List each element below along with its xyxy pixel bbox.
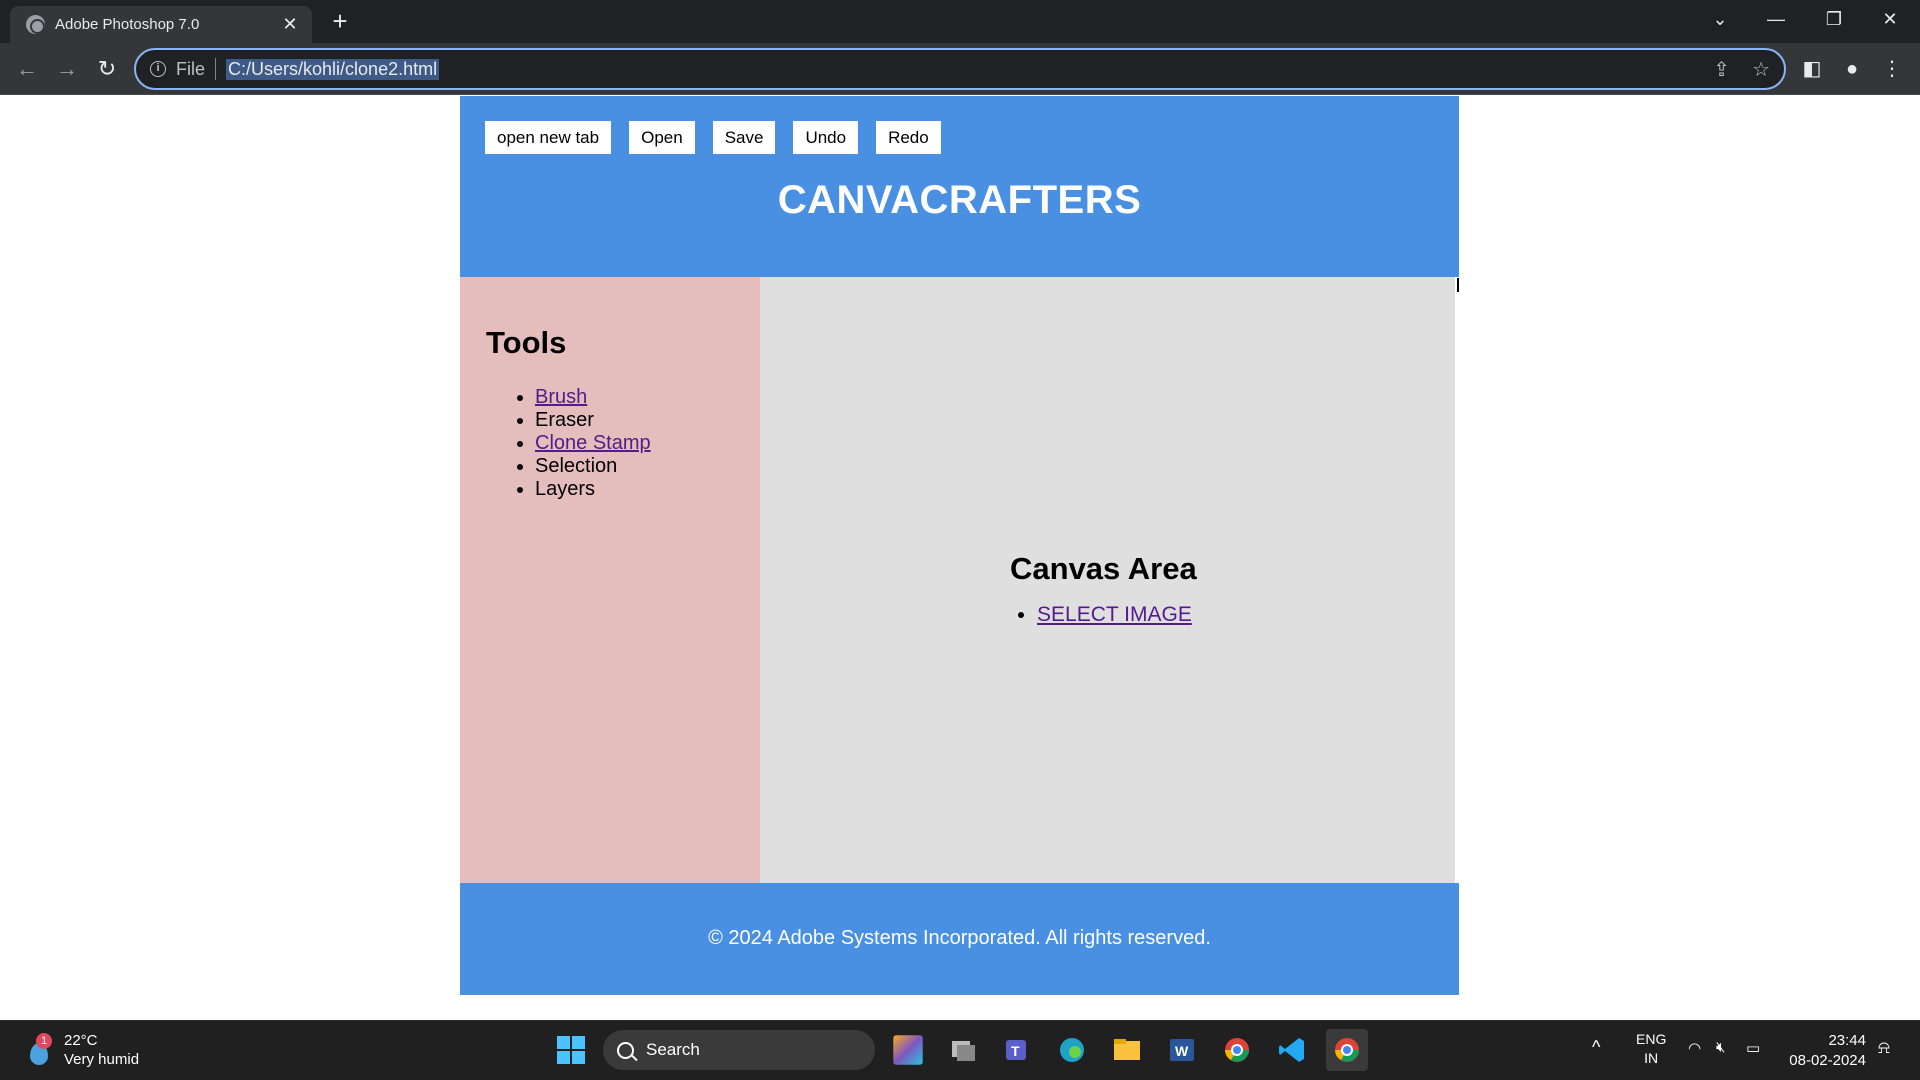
tools-sidebar: Tools Brush Eraser Clone Stamp Selection… (460, 277, 760, 883)
wifi-icon[interactable]: ◠ (1688, 1039, 1701, 1057)
open-button[interactable]: Open (629, 121, 695, 154)
weather-widget[interactable]: 1 22°C Very humid (24, 1031, 139, 1069)
save-button[interactable]: Save (712, 121, 776, 154)
app-container: open new tab Open Save Undo Redo CANVACR… (460, 96, 1459, 995)
share-icon[interactable]: ⇪ (1713, 57, 1730, 82)
language-region: IN (1644, 1050, 1659, 1066)
url-scheme-label: File (176, 58, 217, 80)
tab-title: Adobe Photoshop 7.0 (55, 16, 200, 33)
weather-badge: 1 (36, 1033, 52, 1049)
select-image-link[interactable]: SELECT IMAGE (1037, 603, 1192, 626)
close-window-icon[interactable]: ✕ (1862, 0, 1918, 40)
info-icon[interactable]: i (150, 61, 166, 77)
task-view-icon[interactable] (942, 1029, 984, 1071)
forward-arrow-icon[interactable]: → (49, 51, 85, 87)
text-cursor (1457, 278, 1459, 292)
windows-taskbar: 1 22°C Very humid Search T W ^ ENG IN ◠ … (0, 1020, 1920, 1080)
tool-link-clone-stamp[interactable]: Clone Stamp (535, 432, 651, 454)
language-indicator[interactable]: ENG IN (1636, 1030, 1666, 1068)
tools-heading: Tools (486, 325, 567, 360)
kebab-menu-icon[interactable]: ⋮ (1874, 51, 1910, 87)
tab-close-icon[interactable]: ✕ (280, 14, 300, 35)
taskbar-search-label: Search (646, 1040, 700, 1059)
open-new-tab-button[interactable]: open new tab (485, 121, 612, 154)
page-viewport: open new tab Open Save Undo Redo CANVACR… (0, 96, 1920, 1020)
redo-button[interactable]: Redo (876, 121, 941, 154)
battery-icon[interactable]: ▭ (1746, 1039, 1760, 1057)
weather-icon: 1 (24, 1033, 54, 1065)
address-bar[interactable]: i File C:/Users/kohli/clone2.html ⇪ ☆ (134, 48, 1786, 90)
chevron-up-icon[interactable]: ^ (1592, 1037, 1600, 1058)
weather-description: Very humid (64, 1051, 140, 1068)
copilot-icon[interactable] (893, 1035, 923, 1065)
footer-copyright: © 2024 Adobe Systems Incorporated. All r… (708, 927, 1211, 949)
canvas-area[interactable]: Canvas Area SELECT IMAGE (760, 277, 1455, 883)
site-title: CANVACRAFTERS (777, 178, 1142, 222)
site-footer: © 2024 Adobe Systems Incorporated. All r… (460, 883, 1459, 995)
new-tab-button[interactable]: + (324, 6, 356, 38)
globe-icon (26, 15, 45, 34)
tool-item-eraser: Eraser (535, 409, 760, 432)
file-explorer-icon[interactable] (1106, 1029, 1148, 1071)
language-code: ENG (1636, 1031, 1667, 1047)
browser-tabstrip: Adobe Photoshop 7.0 ✕ + ⌄ — ❐ ✕ (0, 0, 1920, 43)
teams-icon[interactable]: T (996, 1029, 1038, 1071)
browser-tab[interactable]: Adobe Photoshop 7.0 ✕ (10, 6, 312, 43)
profile-icon[interactable]: ● (1834, 51, 1870, 87)
tool-link-brush[interactable]: Brush (535, 386, 587, 408)
url-text[interactable]: C:/Users/kohli/clone2.html (226, 58, 440, 80)
weather-temperature: 22°C (64, 1032, 98, 1049)
tools-list: Brush Eraser Clone Stamp Selection Layer… (486, 386, 760, 501)
vscode-icon[interactable] (1271, 1029, 1313, 1071)
taskbar-search[interactable]: Search (603, 1030, 875, 1070)
chrome-profile-icon[interactable] (1216, 1029, 1258, 1071)
word-icon[interactable]: W (1161, 1029, 1203, 1071)
edge-icon[interactable] (1051, 1029, 1093, 1071)
tool-item-selection: Selection (535, 455, 760, 478)
reload-icon[interactable]: ↻ (89, 51, 125, 87)
tool-item-layers: Layers (535, 478, 760, 501)
bookmark-star-icon[interactable]: ☆ (1752, 57, 1770, 82)
canvas-actions: SELECT IMAGE (1010, 603, 1197, 627)
system-clock[interactable]: 23:44 08-02-2024 (1789, 1031, 1866, 1071)
restore-icon[interactable]: ❐ (1806, 0, 1862, 40)
svg-text:W: W (1175, 1043, 1189, 1059)
clock-time: 23:44 (1828, 1032, 1866, 1049)
tool-item-clone-stamp: Clone Stamp (535, 432, 760, 455)
notification-bell-icon[interactable]: ⍾ (1878, 1037, 1890, 1058)
main-content: Tools Brush Eraser Clone Stamp Selection… (460, 277, 1459, 883)
header-button-row: open new tab Open Save Undo Redo (485, 121, 941, 154)
volume-muted-icon[interactable]: 🔇︎ (1716, 1039, 1725, 1056)
clock-date: 08-02-2024 (1789, 1052, 1866, 1069)
windows-start-icon[interactable] (550, 1029, 592, 1071)
svg-text:T: T (1011, 1043, 1020, 1059)
canvas-action-item: SELECT IMAGE (1037, 603, 1197, 627)
canvas-heading: Canvas Area (1010, 551, 1197, 586)
tool-item-brush: Brush (535, 386, 760, 409)
site-header: open new tab Open Save Undo Redo CANVACR… (460, 96, 1459, 277)
canvas-placeholder: Canvas Area SELECT IMAGE (1010, 551, 1197, 627)
tab-search-chevron-icon[interactable]: ⌄ (1692, 0, 1748, 40)
chrome-icon[interactable] (1326, 1029, 1368, 1071)
side-panel-icon[interactable]: ◧ (1794, 51, 1830, 87)
browser-toolbar: ← → ↻ i File C:/Users/kohli/clone2.html … (0, 43, 1920, 95)
search-icon (617, 1041, 634, 1059)
undo-button[interactable]: Undo (793, 121, 859, 154)
back-arrow-icon[interactable]: ← (9, 51, 45, 87)
minimize-icon[interactable]: — (1748, 0, 1804, 40)
